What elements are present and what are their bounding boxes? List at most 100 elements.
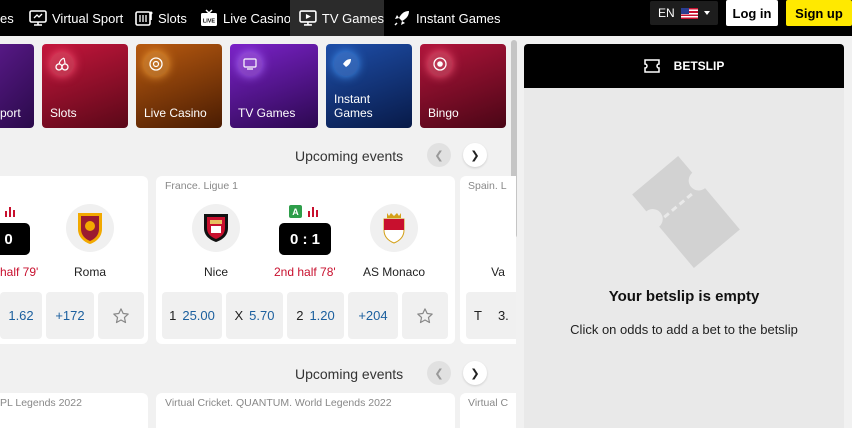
nav-item-label: Virtual Sport <box>52 10 124 26</box>
login-button[interactable]: Log in <box>726 0 778 26</box>
event-card[interactable]: PL Legends 2022 <box>0 393 148 428</box>
tv-icon <box>299 10 317 26</box>
event-card[interactable]: Virtual C <box>460 393 516 428</box>
bingo-ball-icon <box>428 52 452 76</box>
league-name: Virtual Cricket. QUANTUM. World Legends … <box>165 397 392 409</box>
star-icon <box>417 307 433 323</box>
nav-item-live-casino[interactable]: LIVE Live Casino <box>200 0 291 36</box>
odds-label: 2 <box>296 308 304 323</box>
top-nav: es Virtual Sport Slots LIVE Live Casino … <box>0 0 852 36</box>
language-selector[interactable]: EN <box>650 1 718 25</box>
odds-value: 25.00 <box>182 308 215 323</box>
favorite-button[interactable] <box>402 292 448 339</box>
favorite-button[interactable] <box>98 292 144 339</box>
category-label: port <box>0 106 21 120</box>
category-label: Live Casino <box>144 106 207 120</box>
category-tile-live-casino[interactable]: Live Casino <box>136 44 222 128</box>
slot-machine-icon <box>135 11 153 26</box>
category-label: Slots <box>50 106 77 120</box>
section-title-upcoming-events: Upcoming events <box>295 148 404 164</box>
chevron-down-icon <box>703 11 710 15</box>
category-label: TV Games <box>238 106 296 120</box>
league-name: Virtual C <box>468 397 509 409</box>
live-icon-text: LIVE <box>203 19 216 25</box>
star-icon <box>113 307 129 323</box>
odds-label: X <box>234 308 244 323</box>
carousel-next-button[interactable]: ❯ <box>463 361 487 385</box>
nav-item-virtual-sport[interactable]: Virtual Sport <box>29 0 123 36</box>
team-badge-roma <box>66 204 114 252</box>
nice-crest-icon <box>204 214 228 242</box>
betslip-panel: BETSLIP Your betslip is empty Click on o… <box>524 44 844 428</box>
category-tile-virtual-sport[interactable]: port <box>0 44 34 128</box>
monaco-crest-icon <box>383 213 405 244</box>
team-name-home: Va <box>491 265 505 279</box>
more-markets-button[interactable]: +172 <box>46 292 94 339</box>
odds-button-1[interactable]: 1 25.00 <box>162 292 222 339</box>
ticket-icon <box>643 59 660 73</box>
nav-item-sports[interactable]: es <box>0 0 14 36</box>
category-tile-bingo[interactable]: Bingo <box>420 44 506 128</box>
match-time: half 79' <box>0 265 39 279</box>
team-badge-as-monaco <box>370 204 418 252</box>
rocket-icon <box>394 11 409 26</box>
empty-ticket-icon <box>632 155 740 269</box>
more-markets-button[interactable]: +204 <box>348 292 398 339</box>
carousel-next-button[interactable]: ❯ <box>463 143 487 167</box>
league-name: PL Legends 2022 <box>0 397 82 409</box>
betslip-empty-title: Your betslip is empty <box>608 288 760 305</box>
tv-icon <box>238 52 262 76</box>
nav-item-tv-games[interactable]: TV Games <box>290 0 384 36</box>
nav-item-label: TV Games <box>321 10 384 26</box>
chevron-right-icon: ❯ <box>470 367 480 380</box>
chevron-right-icon: ❯ <box>470 149 480 162</box>
language-code: EN <box>658 6 675 20</box>
nav-item-label: Slots <box>158 10 187 26</box>
category-tile-tv-games[interactable]: TV Games <box>230 44 318 128</box>
carousel-prev-button[interactable]: ❮ <box>427 143 451 167</box>
carousel-prev-button[interactable]: ❮ <box>427 361 451 385</box>
odds-button-1[interactable]: T 3. <box>466 292 516 339</box>
monitor-icon <box>29 10 47 26</box>
more-markets-count: +204 <box>358 308 388 323</box>
cherries-icon <box>50 52 74 76</box>
section-title-upcoming-events: Upcoming events <box>295 366 404 382</box>
nav-item-label: Live Casino <box>223 10 291 26</box>
odds-value: 5.70 <box>249 308 275 323</box>
league-name: Spain. L <box>468 180 507 192</box>
score-display: 0 : 1 <box>279 223 331 255</box>
league-name: France. Ligue 1 <box>165 180 238 192</box>
live-tv-icon: LIVE <box>201 9 217 26</box>
category-tile-slots[interactable]: Slots <box>42 44 128 128</box>
score-display: : 0 <box>0 223 30 255</box>
odds-button-2[interactable]: 1.62 <box>0 292 42 339</box>
odds-label: T <box>474 308 482 323</box>
team-name-away: AS Monaco <box>362 265 426 279</box>
odds-button-2[interactable]: 2 1.20 <box>287 292 344 339</box>
us-flag-icon <box>680 7 698 19</box>
chevron-left-icon: ❮ <box>434 149 444 162</box>
team-badge-nice <box>192 204 240 252</box>
team-name-away: Roma <box>73 265 106 279</box>
betslip-title: BETSLIP <box>673 59 725 73</box>
match-time: 2nd half 78' <box>274 265 336 279</box>
odds-value: 1.20 <box>309 308 335 323</box>
nav-item-label: Instant Games <box>416 10 501 26</box>
event-card[interactable]: Virtual Cricket. QUANTUM. World Legends … <box>156 393 455 428</box>
odds-value: 1.62 <box>8 308 34 323</box>
nav-item-label: es <box>0 10 14 26</box>
category-label: Instant Games <box>334 92 373 120</box>
betslip-header[interactable]: BETSLIP <box>524 44 844 88</box>
category-tile-instant-games[interactable]: Instant Games <box>326 44 412 128</box>
signup-button[interactable]: Sign up <box>786 0 852 26</box>
rocket-icon <box>334 52 358 76</box>
more-markets-count: +172 <box>55 308 85 323</box>
nav-item-slots[interactable]: Slots <box>135 0 187 36</box>
roma-crest-icon <box>78 213 102 244</box>
stats-icon <box>5 207 15 217</box>
chevron-left-icon: ❮ <box>434 367 444 380</box>
nav-item-instant-games[interactable]: Instant Games <box>393 0 501 36</box>
team-name-home: Nice <box>203 265 228 279</box>
odds-button-x[interactable]: X 5.70 <box>226 292 283 339</box>
a-badge: A <box>289 205 302 218</box>
